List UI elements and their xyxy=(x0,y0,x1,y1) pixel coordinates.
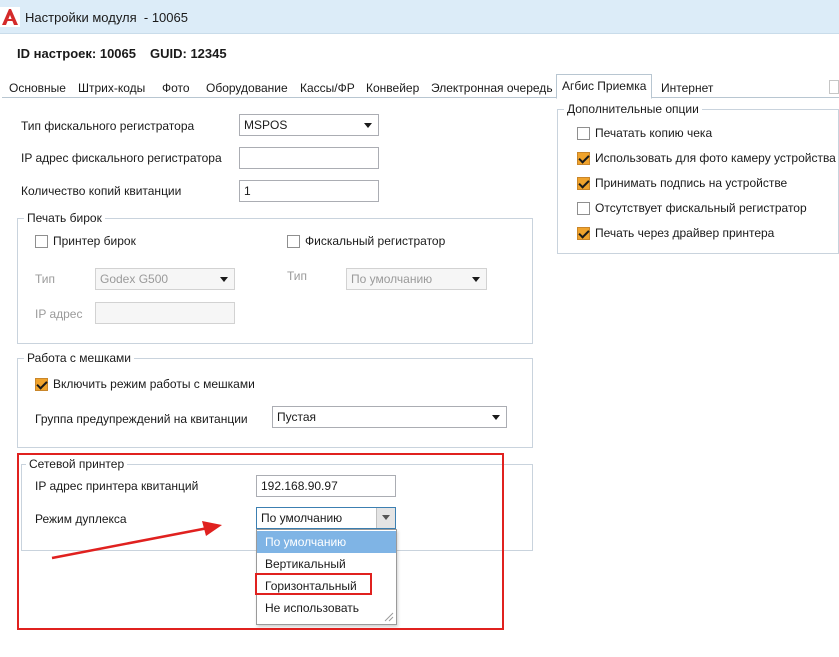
app-logo-icon xyxy=(0,7,20,27)
tag-ip-input[interactable] xyxy=(95,302,235,324)
extra-options-title: Дополнительные опции xyxy=(564,102,702,116)
tab-agbis-intake[interactable]: Агбис Приемка xyxy=(556,74,653,99)
no-fiscal-registrar-label: Отсутствует фискальный регистратор xyxy=(595,201,807,215)
registrar-type-label: Тип xyxy=(287,269,308,283)
chevron-down-icon xyxy=(364,123,372,128)
bags-group: Работа с мешками xyxy=(17,351,533,448)
print-receipt-copy-label: Печатать копию чека xyxy=(595,126,713,140)
tab-barcodes[interactable]: Штрих-коды xyxy=(73,78,150,98)
tab-internet[interactable]: Интернет xyxy=(656,78,718,98)
tab-bar: Основные Штрих-коды Фото Оборудование Ка… xyxy=(2,74,839,99)
receipt-copies-input[interactable]: 1 xyxy=(239,180,379,202)
checkbox-icon xyxy=(577,126,590,140)
tag-printer-label: Принтер бирок xyxy=(53,234,136,248)
print-receipt-copy-checkbox[interactable]: Печатать копию чека xyxy=(577,126,712,140)
chevron-down-icon xyxy=(220,277,228,282)
bags-title: Работа с мешками xyxy=(24,351,134,365)
warnings-group-value: Пустая xyxy=(277,410,317,424)
no-fiscal-registrar-checkbox[interactable]: Отсутствует фискальный регистратор xyxy=(577,201,807,215)
checkbox-checked-icon xyxy=(577,226,590,240)
checkbox-checked-icon xyxy=(577,176,590,190)
warnings-group-select[interactable]: Пустая xyxy=(272,406,507,428)
registrar-type-select[interactable]: По умолчанию xyxy=(346,268,487,290)
window-title: Настройки модуля - 10065 xyxy=(25,10,188,25)
device-signature-label: Принимать подпись на устройстве xyxy=(595,176,788,190)
tab-cash-registers[interactable]: Кассы/ФР xyxy=(295,78,360,98)
tab-electronic-queue[interactable]: Электронная очередь xyxy=(426,78,558,98)
device-camera-label: Использовать для фото камеру устройства xyxy=(595,151,836,165)
bags-mode-label: Включить режим работы с мешками xyxy=(53,377,255,391)
device-signature-checkbox[interactable]: Принимать подпись на устройстве xyxy=(577,176,787,190)
tab-main[interactable]: Основные xyxy=(4,78,71,98)
receipt-copies-label: Количество копий квитанции xyxy=(21,184,182,198)
tab-conveyor[interactable]: Конвейер xyxy=(361,78,424,98)
tag-ip-label: IP адрес xyxy=(35,307,83,321)
chevron-down-icon xyxy=(492,415,500,420)
fiscal-registrar-checkbox[interactable]: Фискальный регистратор xyxy=(287,234,445,248)
tag-printer-checkbox[interactable]: Принтер бирок xyxy=(35,234,136,248)
settings-guid: GUID: 12345 xyxy=(150,46,227,61)
tab-equipment[interactable]: Оборудование xyxy=(201,78,293,98)
tag-printing-title: Печать бирок xyxy=(24,211,105,225)
red-arrow-annotation xyxy=(51,521,222,560)
printer-driver-checkbox[interactable]: Печать через драйвер принтера xyxy=(577,226,774,240)
title-bar: Настройки модуля - 10065 xyxy=(0,0,839,34)
fiscal-type-value: MSPOS xyxy=(244,118,288,132)
fiscal-type-select[interactable]: MSPOS xyxy=(239,114,379,136)
tab-photo[interactable]: Фото xyxy=(157,78,195,98)
checkbox-checked-icon xyxy=(35,377,48,391)
annotation-highlight-option xyxy=(255,573,372,595)
warnings-group-label: Группа предупреждений на квитанции xyxy=(35,412,248,426)
fiscal-ip-label: IP адрес фискального регистратора xyxy=(21,151,222,165)
tag-type-label: Тип xyxy=(35,272,56,286)
tab-scroll-button[interactable] xyxy=(829,80,839,94)
printer-driver-label: Печать через драйвер принтера xyxy=(595,226,775,240)
checkbox-checked-icon xyxy=(577,151,590,165)
bags-mode-checkbox[interactable]: Включить режим работы с мешками xyxy=(35,377,255,391)
chevron-down-icon xyxy=(472,277,480,282)
checkbox-icon xyxy=(35,234,48,248)
settings-id-line: ID настроек: 10065 GUID: 12345 xyxy=(17,46,227,61)
device-camera-checkbox[interactable]: Использовать для фото камеру устройства xyxy=(577,151,836,165)
fiscal-registrar-label: Фискальный регистратор xyxy=(305,234,446,248)
fiscal-type-label: Тип фискального регистратора xyxy=(21,119,195,133)
checkbox-icon xyxy=(287,234,300,248)
tag-type-value: Godex G500 xyxy=(100,272,169,286)
registrar-type-value: По умолчанию xyxy=(351,272,433,286)
checkbox-icon xyxy=(577,201,590,215)
fiscal-ip-input[interactable] xyxy=(239,147,379,169)
settings-id: ID настроек: 10065 xyxy=(17,46,136,61)
tag-type-select[interactable]: Godex G500 xyxy=(95,268,235,290)
